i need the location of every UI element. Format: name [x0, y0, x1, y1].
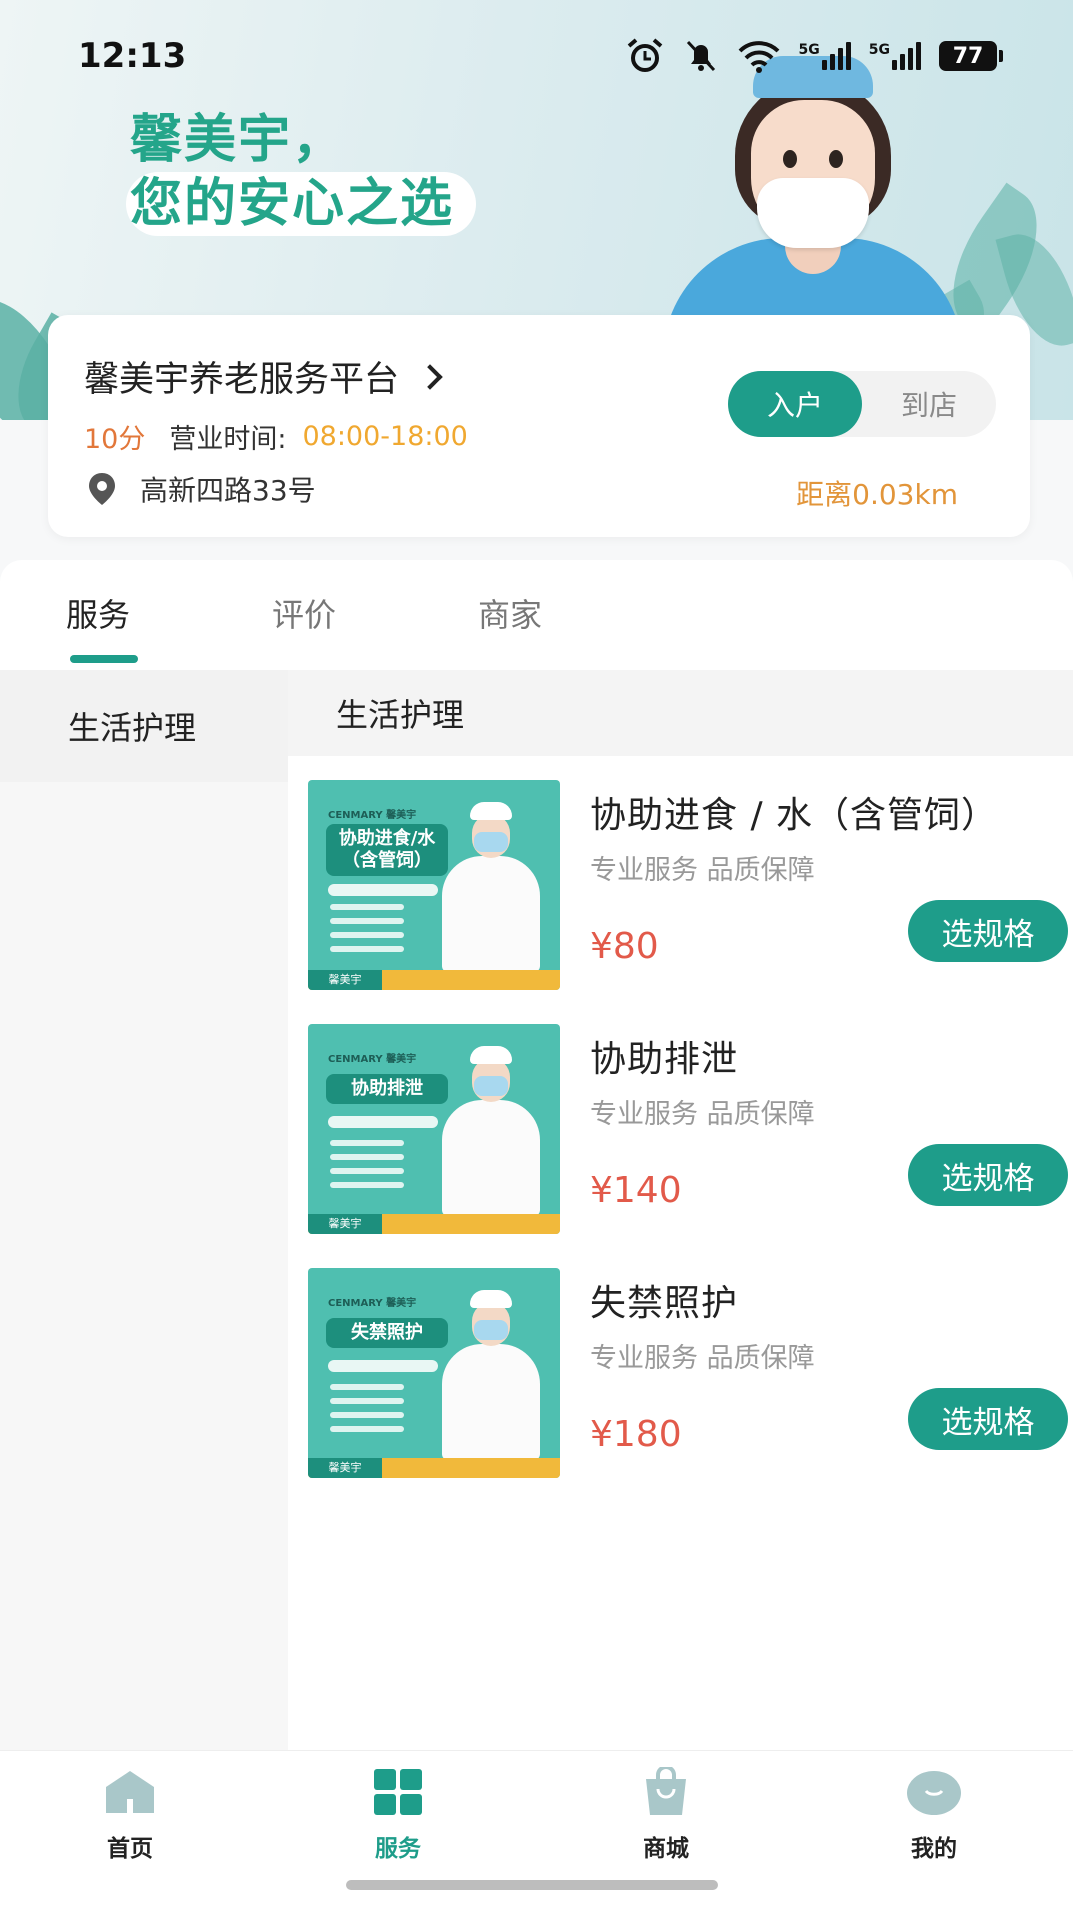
- select-spec-button[interactable]: 选规格: [908, 1144, 1068, 1206]
- nav-mall[interactable]: 商城: [596, 1765, 736, 1863]
- nav-label: 我的: [911, 1836, 957, 1862]
- nav-label: 首页: [107, 1836, 153, 1862]
- product-title: 失禁照护: [590, 1283, 739, 1324]
- store-info-card: 馨美宇养老服务平台 10分 营业时间: 08:00-18:00 高新四路33号 …: [48, 315, 1030, 537]
- nav-label: 商城: [643, 1836, 689, 1862]
- product-thumbnail: CENMARY 馨美宇 协助排泄 馨美宇: [308, 1024, 560, 1234]
- sidebar-item-life-care[interactable]: 生活护理: [0, 670, 288, 782]
- thumb-logo: 馨美宇: [308, 1214, 382, 1234]
- business-hours: 08:00-18:00: [302, 421, 468, 452]
- status-time: 12:13: [78, 36, 187, 76]
- thumb-title: 协助进食/水（含管饲）: [326, 824, 448, 876]
- product-price: ¥80: [590, 926, 659, 967]
- thumb-brand: CENMARY 馨美宇: [328, 810, 417, 821]
- select-spec-button[interactable]: 选规格: [908, 900, 1068, 962]
- mode-option-store[interactable]: 到店: [862, 371, 996, 437]
- service-list: 生活护理 CENMARY 馨美宇 协助进食/水（含管饲） 馨美宇 协助进食 / …: [288, 670, 1073, 1750]
- thumb-brand: CENMARY 馨美宇: [328, 1298, 417, 1309]
- thumb-logo: 馨美宇: [308, 970, 382, 990]
- category-sidebar: 生活护理: [0, 670, 288, 1750]
- chevron-right-icon: [417, 363, 443, 390]
- product-item[interactable]: CENMARY 馨美宇 协助进食/水（含管饲） 馨美宇 协助进食 / 水（含管饲…: [308, 780, 1068, 990]
- active-tab-indicator: [70, 655, 138, 663]
- grid-icon: [374, 1769, 422, 1815]
- nav-services[interactable]: 服务: [328, 1767, 468, 1863]
- battery-icon: 77: [939, 41, 1003, 71]
- store-name: 馨美宇养老服务平台: [84, 360, 400, 400]
- profile-icon: [907, 1771, 961, 1815]
- product-title: 协助排泄: [590, 1039, 739, 1080]
- mode-option-home[interactable]: 入户: [728, 371, 862, 437]
- signal-label: 5G: [798, 42, 820, 58]
- product-price: ¥180: [590, 1414, 682, 1455]
- product-item[interactable]: CENMARY 馨美宇 失禁照护 馨美宇 失禁照护 专业服务 品质保障 ¥180…: [308, 1268, 1068, 1478]
- signal-5g-icon: 5G: [799, 42, 851, 70]
- slogan-line-1: 馨美宇，: [130, 110, 347, 170]
- product-item[interactable]: CENMARY 馨美宇 协助排泄 馨美宇 协助排泄 专业服务 品质保障 ¥140…: [308, 1024, 1068, 1234]
- store-distance: 距离0.03km: [796, 478, 958, 511]
- shopping-bag-icon: [646, 1765, 686, 1815]
- mute-bell-icon: [686, 40, 715, 72]
- location-pin-icon: [89, 473, 115, 505]
- section-title: 生活护理: [288, 670, 1073, 756]
- signal-5g-icon: 5G: [869, 42, 921, 70]
- status-bar: 12:13 5G 5G 77: [0, 0, 1073, 110]
- battery-level: 77: [939, 41, 997, 71]
- tab-bar: 服务 评价 商家: [0, 560, 1073, 670]
- product-thumbnail: CENMARY 馨美宇 协助进食/水（含管饲） 馨美宇: [308, 780, 560, 990]
- nav-label: 服务: [375, 1836, 421, 1862]
- tab-reviews[interactable]: 评价: [272, 590, 336, 636]
- thumb-title: 协助排泄: [326, 1074, 448, 1104]
- hours-label: 营业时间:: [169, 424, 287, 455]
- select-spec-button[interactable]: 选规格: [908, 1388, 1068, 1450]
- product-subtitle: 专业服务 品质保障: [590, 855, 815, 886]
- alarm-icon: [627, 38, 662, 72]
- wifi-icon: [738, 41, 779, 73]
- tab-merchant[interactable]: 商家: [478, 590, 542, 636]
- thumb-title: 失禁照护: [326, 1318, 448, 1348]
- home-indicator: [346, 1880, 718, 1890]
- banner-slogan: 馨美宇， 您的安心之选: [126, 108, 477, 236]
- thumb-brand: CENMARY 馨美宇: [328, 1054, 417, 1065]
- nav-profile[interactable]: 我的: [864, 1767, 1004, 1863]
- product-title: 协助进食 / 水（含管饲）: [590, 795, 999, 836]
- service-mode-toggle[interactable]: 入户 到店: [728, 371, 996, 437]
- product-price: ¥140: [590, 1170, 682, 1211]
- product-subtitle: 专业服务 品质保障: [590, 1099, 815, 1130]
- store-score: 10分: [84, 424, 146, 455]
- store-name-link[interactable]: 馨美宇养老服务平台: [84, 351, 443, 402]
- tab-services[interactable]: 服务: [66, 590, 130, 636]
- store-address: 高新四路33号: [140, 474, 316, 507]
- content-panel: 服务 评价 商家 生活护理 生活护理 CENMARY 馨美宇 协助进食/水（含管…: [0, 560, 1073, 1750]
- product-thumbnail: CENMARY 馨美宇 失禁照护 馨美宇: [308, 1268, 560, 1478]
- thumb-logo: 馨美宇: [308, 1458, 382, 1478]
- product-subtitle: 专业服务 品质保障: [590, 1343, 815, 1374]
- home-icon: [106, 1771, 154, 1813]
- signal-label: 5G: [868, 42, 890, 58]
- slogan-line-2: 您的安心之选: [126, 172, 477, 236]
- nav-home[interactable]: 首页: [60, 1767, 200, 1863]
